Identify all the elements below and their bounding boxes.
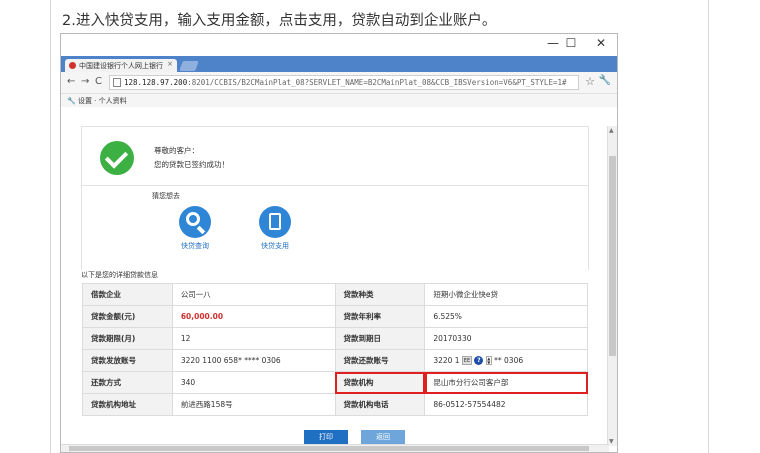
- bookmark-star-icon[interactable]: ☆: [585, 75, 595, 88]
- quick-loan-draw-label: 快贷支用: [261, 242, 289, 250]
- magnifier-icon: [179, 206, 211, 238]
- cell-label: 贷款到期日: [334, 327, 426, 350]
- repayment-account-cell: 3220 1 EE ? ▲ ▼ ** 0306: [424, 349, 588, 372]
- scroll-down-icon[interactable]: ▼: [609, 438, 614, 445]
- cell-value: 公司一八: [171, 283, 336, 306]
- help-icon[interactable]: ?: [474, 356, 484, 366]
- vertical-scrollbar[interactable]: ▲ ▼: [607, 126, 617, 446]
- document-icon: [259, 206, 291, 238]
- reload-icon[interactable]: C: [95, 76, 102, 87]
- cell-value: 前进西路158号: [171, 393, 336, 416]
- cell-label: 贷款发放账号: [82, 349, 173, 372]
- browser-chrome: 中国建设银行个人网上银行 × ← → C 128.128.97.200:8201…: [61, 56, 617, 126]
- window-titlebar: — ☐ ✕: [61, 34, 617, 56]
- loan-detail-title: 以下是您的详细贷款信息: [81, 271, 158, 279]
- new-tab-button[interactable]: [179, 61, 199, 71]
- forward-arrow-icon[interactable]: →: [81, 76, 89, 87]
- settings-wrench-icon[interactable]: 🔧: [67, 97, 76, 105]
- cell-label: 贷款机构地址: [82, 393, 173, 416]
- cell-label: 贷款期限(月): [82, 327, 173, 350]
- cell-value: 12: [171, 327, 336, 350]
- back-button[interactable]: 返回: [361, 430, 405, 445]
- page-icon: [113, 78, 121, 87]
- quick-loan-query-label: 快贷查询: [181, 242, 209, 250]
- page-content: 尊敬的客户： 您的贷款已签约成功！ 猜您想去 快贷查询 快贷支用 以下是您的详细…: [79, 126, 609, 446]
- bookmarks-bar-text[interactable]: 设置 · 个人资料: [78, 97, 127, 105]
- stepper-icon[interactable]: ▲ ▼: [485, 356, 492, 366]
- cell-label: 贷款还款账号: [334, 349, 426, 372]
- table-row: 贷款期限(月) 12 贷款到期日 20170330: [82, 327, 588, 350]
- close-button[interactable]: ✕: [591, 36, 611, 50]
- address-bar[interactable]: 128.128.97.200:8201/CCBIS/B2CMainPlat_08…: [109, 75, 579, 90]
- tab-title: 中国建设银行个人网上银行: [79, 62, 163, 70]
- right-border-line: [708, 0, 709, 453]
- scroll-up-icon[interactable]: ▲: [609, 127, 614, 134]
- success-greeting: 尊敬的客户：: [154, 146, 199, 155]
- cell-value: 340: [171, 371, 336, 394]
- browser-tab[interactable]: 中国建设银行个人网上银行 ×: [65, 59, 177, 72]
- wrench-icon[interactable]: 🔧: [599, 75, 611, 86]
- table-row: 还款方式 340 贷款机构 昆山市分行公司客户部: [82, 371, 588, 394]
- cell-label: 贷款机构电话: [334, 393, 426, 416]
- instruction-caption: 2.进入快贷支用，输入支用金额，点击支用，贷款自动到企业账户。: [62, 13, 497, 29]
- cell-value: 短期小微企业快e贷: [424, 283, 588, 306]
- tab-close-icon[interactable]: ×: [167, 60, 173, 68]
- suggestions-panel: 猜您想去 快贷查询 快贷支用: [81, 186, 589, 270]
- minimize-button[interactable]: —: [543, 36, 563, 50]
- screenshot-page: 2.进入快贷支用，输入支用金额，点击支用，贷款自动到企业账户。 — ☐ ✕ 中国…: [0, 0, 760, 453]
- browser-window: — ☐ ✕ 中国建设银行个人网上银行 × ← → C 128.128.97.20…: [60, 33, 618, 453]
- horizontal-scrollbar[interactable]: [61, 444, 609, 452]
- cell-value: 86-0512-57554482: [424, 393, 588, 416]
- bank-favicon-icon: [69, 62, 76, 69]
- quick-loan-draw-link[interactable]: 快贷支用: [250, 206, 300, 251]
- url-host: 128.128.97.200: [124, 78, 188, 87]
- suggestions-title: 猜您想去: [152, 192, 180, 200]
- left-border-line: [50, 0, 51, 453]
- horizontal-scroll-thumb[interactable]: [69, 446, 589, 451]
- table-row: 借款企业 公司一八 贷款种类 短期小微企业快e贷: [82, 283, 588, 306]
- address-row: ← → C 128.128.97.200:8201/CCBIS/B2CMainP…: [61, 72, 617, 94]
- cell-label: 贷款种类: [334, 283, 426, 306]
- quick-loan-query-link[interactable]: 快贷查询: [170, 206, 220, 251]
- success-message: 您的贷款已签约成功！: [154, 160, 229, 169]
- print-button[interactable]: 打印: [304, 430, 348, 445]
- table-row: 贷款发放账号 3220 1100 658* **** 0306 贷款还款账号 3…: [82, 349, 588, 372]
- cell-label: 贷款年利率: [334, 305, 426, 328]
- tab-strip: 中国建设银行个人网上银行 ×: [61, 56, 617, 72]
- cell-label: 借款企业: [82, 283, 173, 306]
- url-path: :8201/CCBIS/B2CMainPlat_08?SERVLET_NAME=…: [187, 78, 567, 87]
- table-row: 贷款金额(元) 60,000.00 贷款年利率 6.525%: [82, 305, 588, 328]
- cell-value: ** 0306: [494, 355, 524, 365]
- cell-value: 6.525%: [424, 305, 588, 328]
- back-arrow-icon[interactable]: ←: [67, 76, 75, 87]
- bookmarks-bar: 🔧 设置 · 个人资料: [61, 94, 617, 107]
- cell-label: 贷款金额(元): [82, 305, 173, 328]
- cell-label: 还款方式: [82, 371, 173, 394]
- loan-institution-value-highlighted: 昆山市分行公司客户部: [424, 371, 588, 394]
- table-row: 贷款机构地址 前进西路158号 贷款机构电话 86-0512-57554482: [82, 393, 588, 416]
- cell-value: 3220 1: [433, 355, 460, 365]
- success-panel: 尊敬的客户： 您的贷款已签约成功！: [81, 126, 589, 186]
- success-check-icon: [100, 141, 134, 175]
- loan-detail-table: 借款企业 公司一八 贷款种类 短期小微企业快e贷 贷款金额(元) 60,000.…: [82, 283, 588, 416]
- loan-institution-label-highlighted: 贷款机构: [334, 371, 426, 394]
- loan-amount-value: 60,000.00: [171, 305, 336, 328]
- maximize-button[interactable]: ☐: [561, 36, 581, 50]
- keyboard-toggle-icon[interactable]: EE: [461, 356, 472, 366]
- cell-value: 3220 1100 658* **** 0306: [171, 349, 336, 372]
- cell-value: 20170330: [424, 327, 588, 350]
- vertical-scroll-thumb[interactable]: [609, 156, 616, 356]
